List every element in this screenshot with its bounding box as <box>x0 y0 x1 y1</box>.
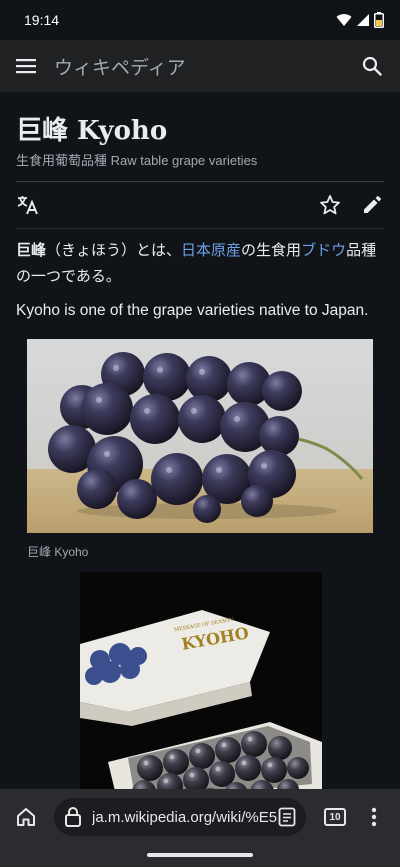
menu-button[interactable] <box>12 52 40 80</box>
link-nihon-gensan[interactable]: 日本原産 <box>181 241 241 259</box>
divider <box>16 228 384 229</box>
status-icons <box>336 12 384 28</box>
page-actions <box>16 182 384 228</box>
browser-toolbar: ja.m.wikipedia.org/wiki/%E5 10 <box>0 789 400 845</box>
app-header: ウィキペディア <box>0 40 400 92</box>
browser-bottom-bar: ja.m.wikipedia.org/wiki/%E5 10 <box>0 789 400 867</box>
more-menu-button[interactable] <box>364 805 384 829</box>
figure-grapes: 巨峰 Kyoho <box>27 339 373 560</box>
menu-icon <box>16 59 36 74</box>
address-bar[interactable]: ja.m.wikipedia.org/wiki/%E5 <box>54 798 306 836</box>
article-content: 巨峰 Kyoho 生食用葡萄品種 Raw table grape varieti… <box>0 92 400 789</box>
signal-icon <box>357 14 369 26</box>
figure-caption: 巨峰 Kyoho <box>27 545 89 559</box>
page-subtitle: 生食用葡萄品種 Raw table grape varieties <box>16 153 258 168</box>
search-button[interactable] <box>356 50 388 82</box>
page-title: 巨峰 Kyoho <box>16 116 168 146</box>
wifi-icon <box>336 14 352 26</box>
status-time: 19:14 <box>24 12 60 28</box>
edit-button[interactable] <box>360 193 384 217</box>
watch-star-button[interactable] <box>318 193 342 217</box>
reader-icon[interactable] <box>278 807 296 827</box>
translate-icon <box>17 196 38 215</box>
url-text[interactable]: ja.m.wikipedia.org/wiki/%E5 <box>92 809 278 826</box>
bold-term: 巨峰 <box>16 241 47 259</box>
home-icon <box>17 808 35 826</box>
home-button[interactable] <box>8 799 44 835</box>
grape-bunch-image[interactable] <box>27 339 373 533</box>
language-button[interactable] <box>16 193 40 217</box>
link-budou[interactable]: ブドウ <box>301 241 346 259</box>
kyoho-box-image[interactable]: KYOHO MESSAGE OF SEASON <box>80 572 322 789</box>
lead-paragraph-en: Kyoho is one of the grape varieties nati… <box>16 302 369 319</box>
status-bar: 19:14 <box>0 0 400 40</box>
lock-icon[interactable] <box>64 806 82 828</box>
site-title[interactable]: ウィキペディア <box>54 53 356 80</box>
figure-kyoho-box: KYOHO MESSAGE OF SEASON <box>80 572 322 789</box>
battery-icon <box>374 12 384 28</box>
search-icon <box>362 56 382 76</box>
tabs-button[interactable]: 10 <box>324 808 346 826</box>
page-actions-right <box>318 193 384 217</box>
more-vert-icon <box>371 807 377 827</box>
edit-pencil-icon <box>364 196 381 213</box>
star-icon <box>320 195 340 215</box>
lead-paragraph-ja: 巨峰（きょほう）とは、日本原産の生食用ブドウ品種の一つである。 <box>16 241 377 285</box>
gesture-handle[interactable] <box>147 853 253 857</box>
